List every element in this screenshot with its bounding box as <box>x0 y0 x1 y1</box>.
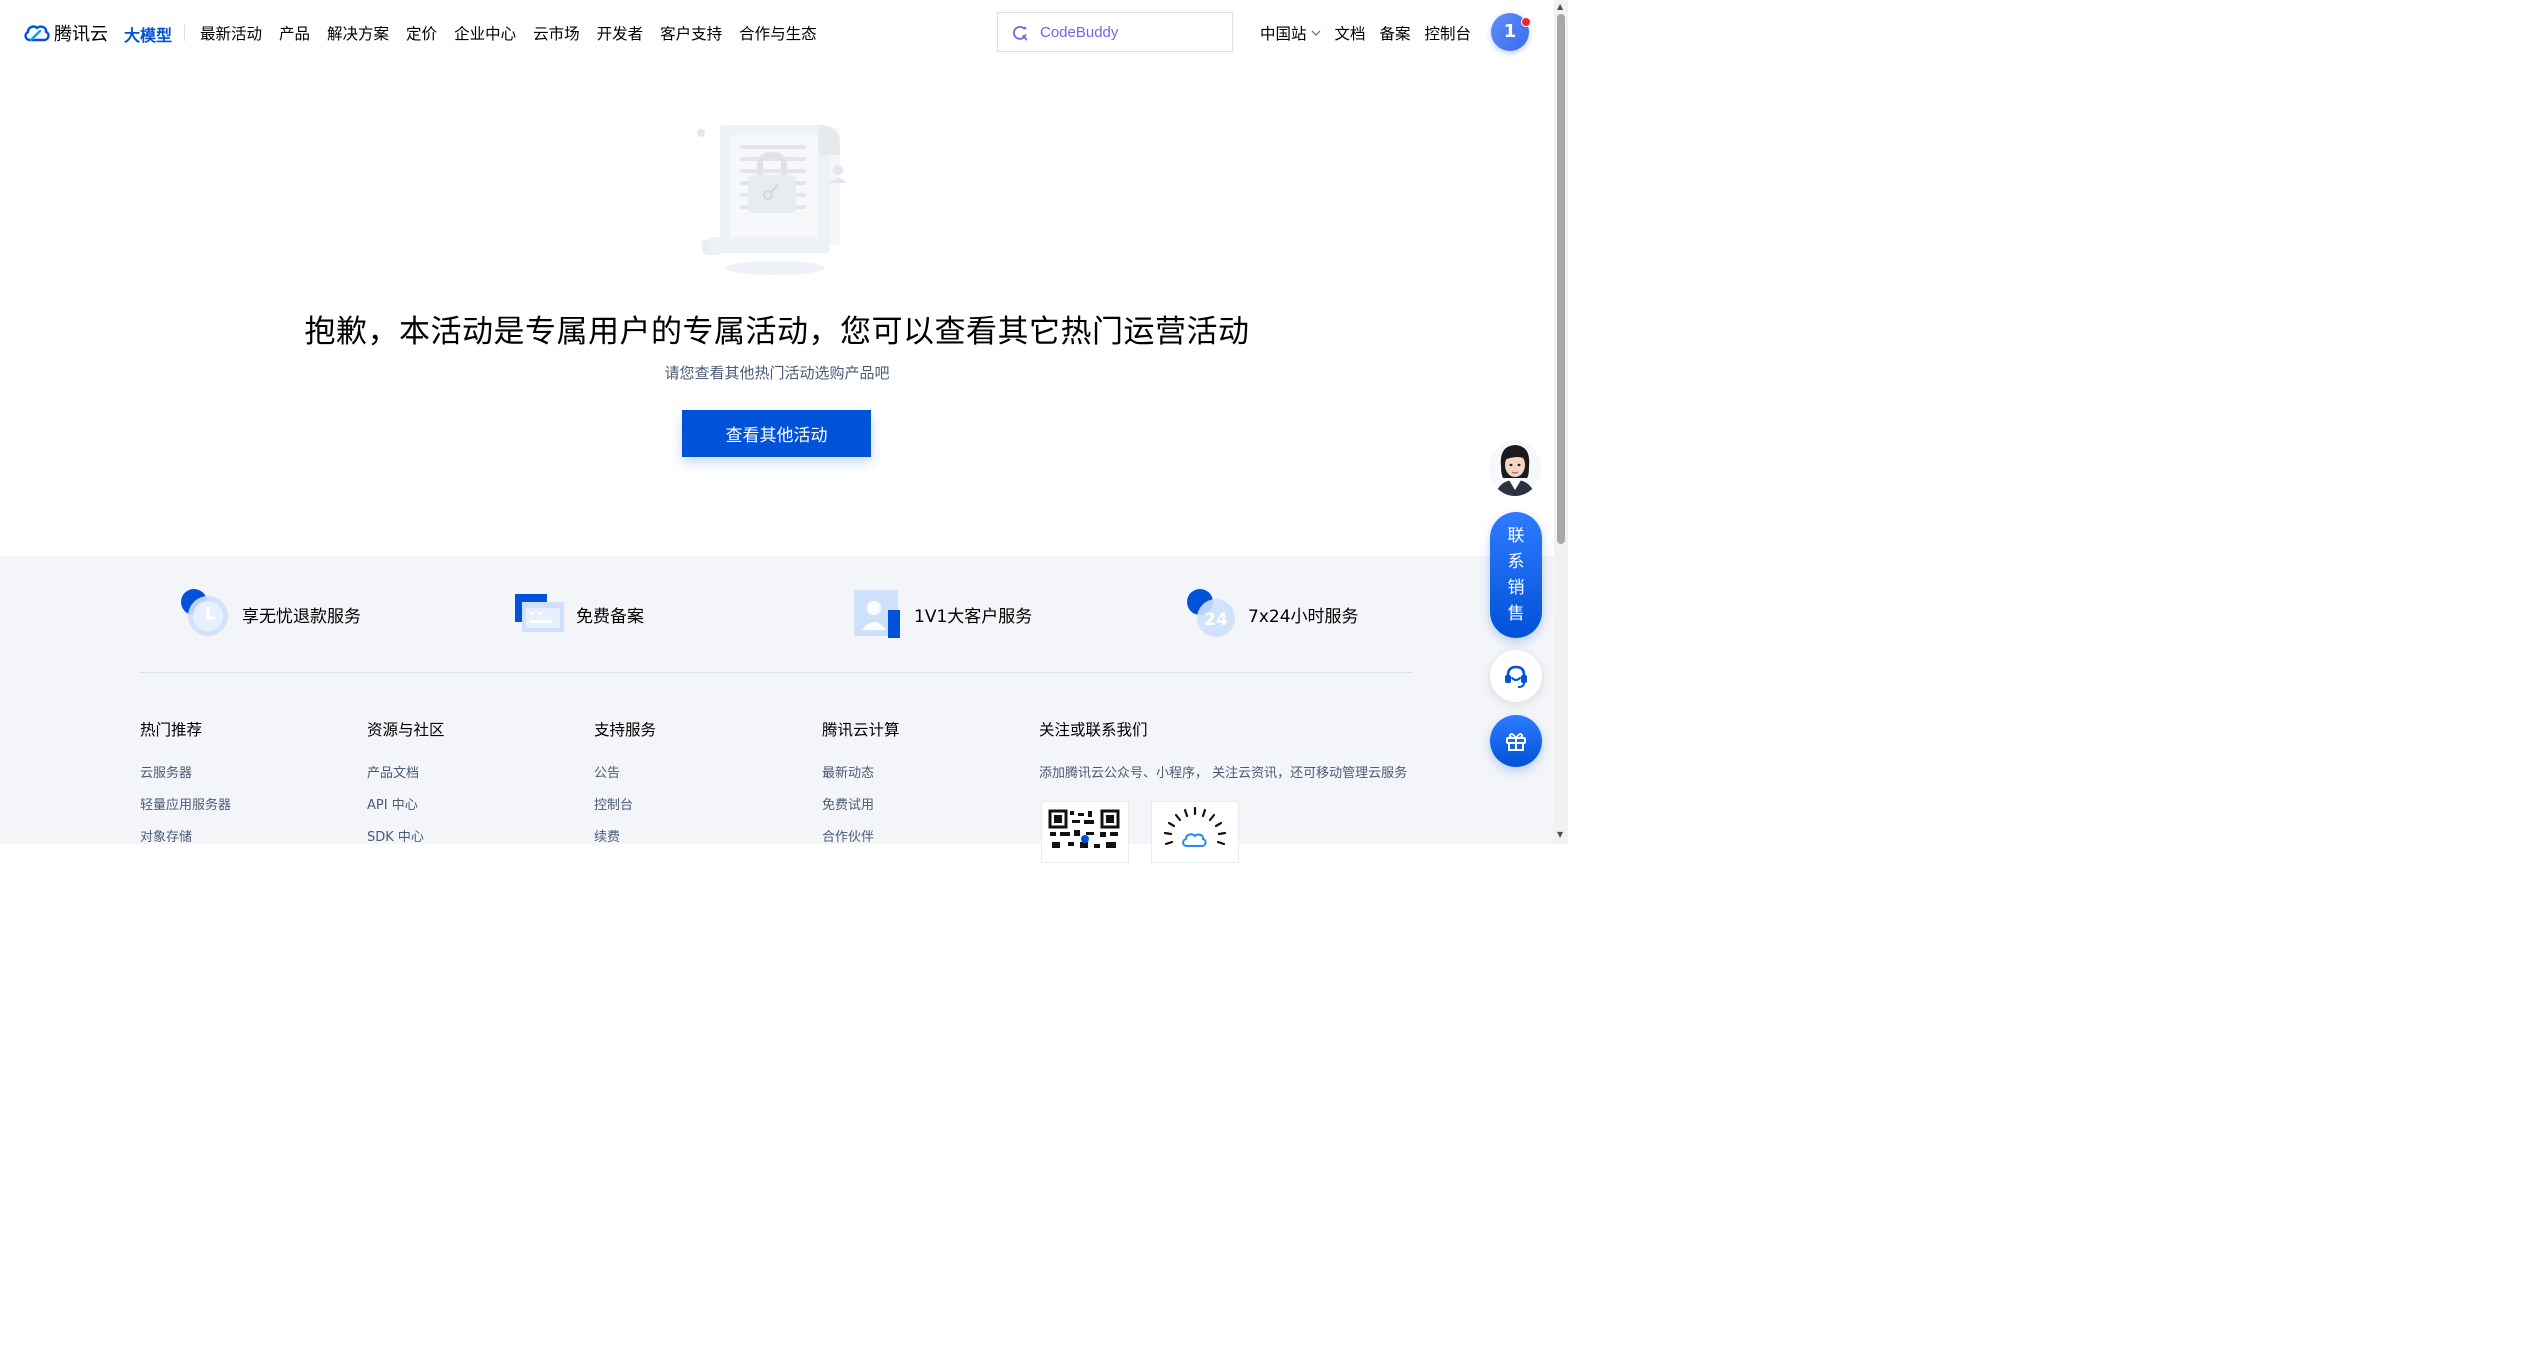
footer-col-title: 资源与社区 <box>367 721 445 739</box>
24-hour-icon: 24 <box>1187 589 1235 637</box>
footer-link[interactable]: 免费试用 <box>822 794 900 813</box>
footer-link[interactable]: 控制台 <box>594 794 656 813</box>
refund-clock-icon <box>181 589 228 636</box>
feature-label: 享无忧退款服务 <box>242 606 361 627</box>
footer-link[interactable]: 公告 <box>594 762 656 781</box>
search-box[interactable] <box>997 12 1233 52</box>
footer-col-tencent-cloud: 腾讯云计算 最新动态 免费试用 合作伙伴 <box>822 718 900 858</box>
footer-link[interactable]: 最新动态 <box>822 762 900 781</box>
codebuddy-search-icon <box>1013 26 1028 41</box>
nav-item-products[interactable]: 产品 <box>279 22 310 44</box>
contact-sales-char: 系 <box>1507 552 1525 572</box>
footer-divider <box>140 672 1412 673</box>
headset-icon <box>1505 665 1527 688</box>
footer: 享无忧退款服务 免费备案 1V1大客户服务 24 7x24小时服务 热门推荐 云… <box>0 556 1554 863</box>
nav-ai-model[interactable]: 大模型 <box>124 22 172 46</box>
filing-card-icon <box>515 594 564 632</box>
locked-document-illustration <box>697 125 847 275</box>
feature-vip-service: 1V1大客户服务 <box>852 588 1032 640</box>
footer-link[interactable]: SDK 中心 <box>367 826 445 845</box>
footer-col-hot: 热门推荐 云服务器 轻量应用服务器 对象存储 <box>140 718 231 858</box>
region-label: 中国站 <box>1260 25 1307 43</box>
assistant-avatar[interactable] <box>1489 440 1541 496</box>
feature-label: 1V1大客户服务 <box>914 606 1033 627</box>
top-nav: 腾讯云 大模型 最新活动 产品 解决方案 定价 企业中心 云市场 开发者 客户支… <box>0 0 1554 66</box>
contact-sales-char: 售 <box>1507 604 1525 624</box>
scrollbar-thumb[interactable] <box>1557 14 1565 544</box>
footer-col-title: 支持服务 <box>594 721 657 739</box>
svg-text:24: 24 <box>1204 610 1228 630</box>
nav-right-links: 中国站 文档 备案 控制台 <box>1260 22 1471 44</box>
feature-filing: 免费备案 <box>514 588 644 640</box>
logo-text: 腾讯云 <box>54 24 108 45</box>
feature-refund: 享无忧退款服务 <box>180 588 361 640</box>
gift-promo-button[interactable] <box>1490 715 1542 767</box>
feature-strip: 享无忧退款服务 免费备案 1V1大客户服务 24 7x24小时服务 <box>0 556 1554 672</box>
page-subtitle: 请您查看其他热门活动选购产品吧 <box>664 364 890 382</box>
wechat-qr-code <box>1041 801 1129 863</box>
nav-item-pricing[interactable]: 定价 <box>406 22 437 44</box>
footer-link[interactable]: API 中心 <box>367 794 445 813</box>
nav-menu: 最新活动 产品 解决方案 定价 企业中心 云市场 开发者 客户支持 合作与生态 <box>200 22 817 44</box>
miniprogram-qr-code <box>1151 801 1239 863</box>
page-scrollbar[interactable]: ▲ ▼ <box>1554 0 1568 844</box>
nav-item-enterprise[interactable]: 企业中心 <box>454 22 516 44</box>
view-other-activities-button[interactable]: 查看其他活动 <box>682 410 871 457</box>
footer-link[interactable]: 轻量应用服务器 <box>140 794 231 813</box>
footer-col-title: 关注或联系我们 <box>1039 721 1148 739</box>
feature-24h-service: 24 7x24小时服务 <box>1186 588 1359 640</box>
feature-label: 免费备案 <box>576 606 644 627</box>
contact-sales-button[interactable]: 联 系 销 售 <box>1490 512 1542 638</box>
person-service-icon <box>854 590 900 638</box>
nav-item-partners[interactable]: 合作与生态 <box>739 22 817 44</box>
chevron-down-icon <box>1311 30 1320 36</box>
nav-item-support[interactable]: 客户支持 <box>660 22 722 44</box>
customer-support-button[interactable] <box>1490 650 1542 702</box>
page-title: 抱歉，本活动是专属用户的专属活动，您可以查看其它热门运营活动 <box>304 314 1250 350</box>
notification-dot <box>1521 17 1531 27</box>
miniprogram-code-icon <box>1163 806 1227 854</box>
footer-col-title: 腾讯云计算 <box>822 721 900 739</box>
nav-filing-link[interactable]: 备案 <box>1380 22 1411 44</box>
tencent-cloud-logo[interactable]: 腾讯云 <box>22 19 108 47</box>
region-selector[interactable]: 中国站 <box>1260 22 1321 44</box>
nav-item-solutions[interactable]: 解决方案 <box>327 22 389 44</box>
footer-link[interactable]: 续费 <box>594 826 656 845</box>
nav-divider <box>184 25 185 41</box>
footer-link[interactable]: 对象存储 <box>140 826 231 845</box>
contact-description: 添加腾讯云公众号、小程序， 关注云资讯，还可移动管理云服务 <box>1039 766 1408 781</box>
scroll-down-arrow-icon[interactable]: ▼ <box>1557 830 1563 839</box>
footer-col-support: 支持服务 公告 控制台 续费 <box>594 718 656 858</box>
qr-code-icon <box>1048 809 1120 848</box>
nav-item-latest-activities[interactable]: 最新活动 <box>200 22 262 44</box>
nav-console-link[interactable]: 控制台 <box>1425 22 1472 44</box>
nav-item-developers[interactable]: 开发者 <box>597 22 644 44</box>
feature-label: 7x24小时服务 <box>1248 606 1359 627</box>
contact-sales-char: 销 <box>1507 578 1525 598</box>
contact-sales-char: 联 <box>1507 526 1525 546</box>
gift-icon <box>1506 733 1526 751</box>
footer-link[interactable]: 合作伙伴 <box>822 826 900 845</box>
footer-col-contact: 关注或联系我们 添加腾讯云公众号、小程序， 关注云资讯，还可移动管理云服务 <box>1039 718 1407 781</box>
footer-col-title: 热门推荐 <box>140 721 203 739</box>
scroll-up-arrow-icon[interactable]: ▲ <box>1557 2 1563 11</box>
nav-item-marketplace[interactable]: 云市场 <box>533 22 580 44</box>
footer-link[interactable]: 产品文档 <box>367 762 445 781</box>
footer-col-resources: 资源与社区 产品文档 API 中心 SDK 中心 <box>367 718 445 858</box>
footer-link[interactable]: 云服务器 <box>140 762 231 781</box>
nav-docs-link[interactable]: 文档 <box>1335 22 1366 44</box>
assistant-portrait-icon <box>1489 440 1541 496</box>
cloud-logo-icon <box>24 25 50 42</box>
search-input[interactable] <box>1040 21 1220 43</box>
